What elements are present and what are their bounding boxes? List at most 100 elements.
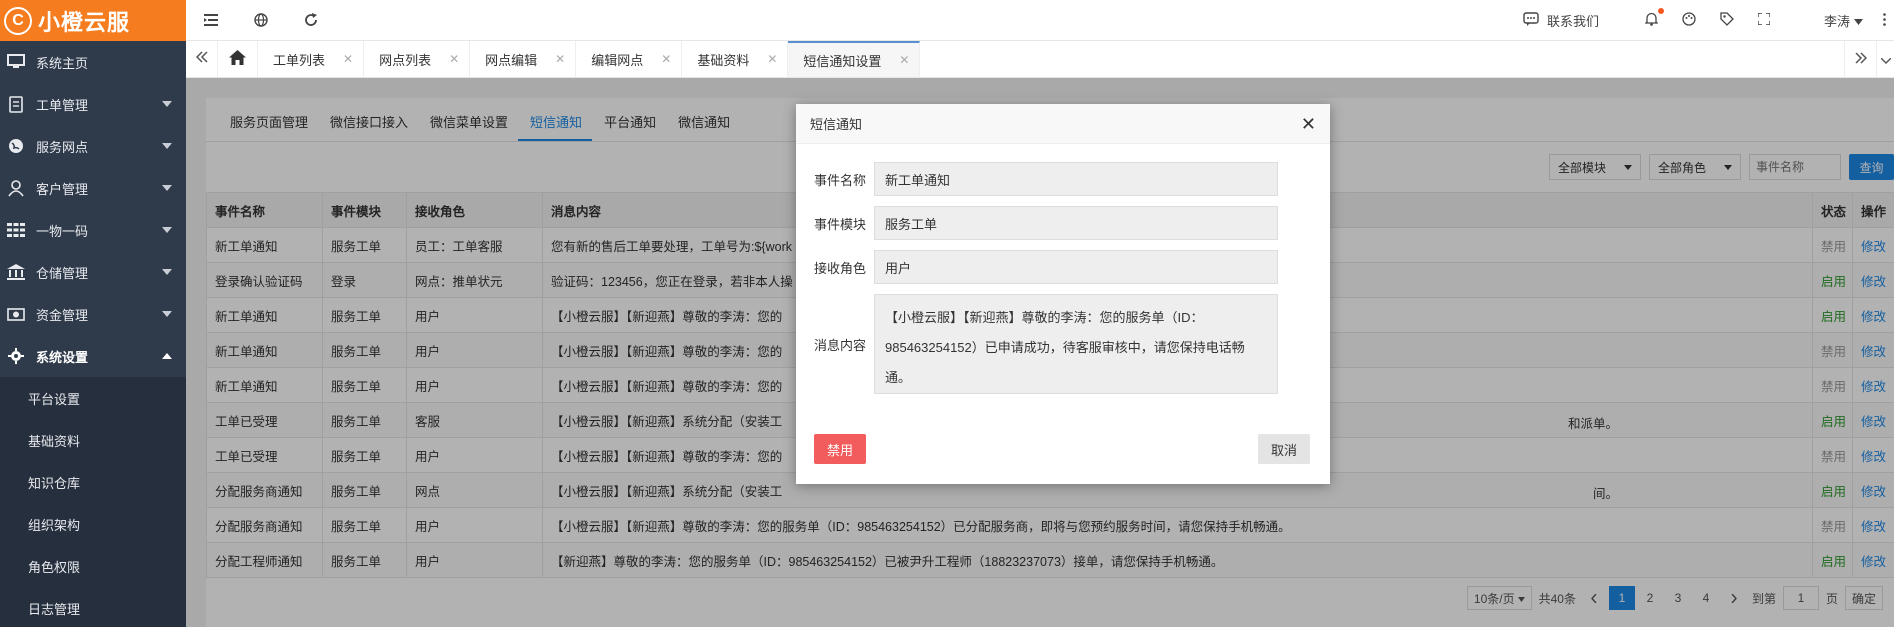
logo-mark: C [4,6,32,35]
chevron-down-icon [162,227,172,233]
tab-point-edit[interactable]: 网点编辑 ✕ [470,41,577,77]
dialog-header: 短信通知 ✕ [796,104,1330,144]
sidebar-item-service-points[interactable]: 服务网点 [0,125,186,167]
theme-button[interactable] [1670,12,1708,29]
tab-label: 基础资料 [697,52,750,68]
sidebar-subitem-basic-data[interactable]: 基础资料 [0,419,186,461]
cancel-button[interactable]: 取消 [1258,434,1310,464]
chevron-down-icon [162,143,172,149]
form-row-event: 事件名称 新工单通知 [814,162,1330,196]
sidebar-subitem-logs[interactable]: 日志管理 [0,587,186,627]
tab-basic-data[interactable]: 基础资料 ✕ [682,41,789,77]
tab-bar: 工单列表 ✕ 网点列表 ✕ 网点编辑 ✕ 编辑网点 ✕ 基础资料 ✕ 短信通知设置 ✕ [186,41,1894,78]
topbar-right: 联系我们 李涛 [1511,0,1894,41]
sidebar-item-one-code[interactable]: 一物一码 [0,209,186,251]
tab-edit-point[interactable]: 编辑网点 ✕ [576,41,683,77]
sidebar-submenu: 平台设置 基础资料 知识仓库 组织架构 角色权限 日志管理 [0,377,186,627]
sidebar-item-warehouse[interactable]: 仓储管理 [0,251,186,293]
document-icon [6,94,26,114]
sidebar-item-label: 资金管理 [36,307,89,323]
chevron-down-icon [1880,52,1891,67]
more-vertical-icon [1883,12,1886,29]
sidebar-item-workorder[interactable]: 工单管理 [0,83,186,125]
tabs-scroll-left-button[interactable] [186,41,218,77]
chevron-down-icon [162,101,172,107]
sidebar: C 小橙云服 系统主页 工单管理 服务网点 客户管理 一物一码 仓储管理 资金管… [0,0,186,627]
tab-label: 网点列表 [379,52,432,68]
refresh-icon[interactable] [286,13,336,27]
sidebar-item-label: 仓储管理 [36,265,89,281]
tab-point-list[interactable]: 网点列表 ✕ [364,41,471,77]
chevron-up-icon [162,353,172,359]
tabs-scroll-right-button[interactable] [1844,41,1876,78]
tab-label: 网点编辑 [485,52,538,68]
sidebar-item-finance[interactable]: 资金管理 [0,293,186,335]
app-name: 小橙云服 [38,9,131,35]
chevron-down-icon [162,311,172,317]
sidebar-item-label: 一物一码 [36,223,89,239]
sidebar-subitem-org[interactable]: 组织架构 [0,503,186,545]
fullscreen-icon [1757,12,1771,28]
money-icon [6,304,26,324]
event-module-field[interactable]: 服务工单 [874,206,1278,240]
sidebar-item-system-settings[interactable]: 系统设置 [0,335,186,377]
tab-sms-settings[interactable]: 短信通知设置 ✕ [788,41,921,77]
user-menu[interactable]: 李涛 [1812,11,1875,30]
close-icon[interactable]: ✕ [899,53,909,67]
tab-bar-right [1844,41,1894,78]
sidebar-item-label: 工单管理 [36,97,89,113]
bank-icon [6,262,26,282]
contact-us-button[interactable]: 联系我们 [1511,11,1611,30]
tabs-menu-button[interactable] [1876,41,1894,78]
globe-icon[interactable] [236,13,286,27]
tab-label: 工单列表 [273,52,326,68]
sidebar-item-label: 系统设置 [36,349,89,365]
grid-icon [6,220,26,240]
app-logo[interactable]: C 小橙云服 [0,0,186,41]
close-icon[interactable]: ✕ [661,52,671,66]
tab-home[interactable] [218,41,258,77]
disable-button[interactable]: 禁用 [814,434,866,464]
close-icon[interactable]: ✕ [1301,114,1316,135]
caret-down-icon [1854,13,1863,28]
menu-toggle-icon[interactable] [186,14,236,26]
double-chevron-right-icon [1854,52,1867,67]
notifications-button[interactable] [1633,8,1670,29]
sidebar-item-customers[interactable]: 客户管理 [0,167,186,209]
user-name: 李涛 [1823,14,1850,29]
fullscreen-button[interactable] [1746,12,1782,28]
chevron-down-icon [162,185,172,191]
message-content-textarea[interactable]: 【小橙云服】【新迎燕】尊敬的李涛：您的服务单（ID：985463254152）已… [874,294,1278,394]
more-options-button[interactable] [1875,12,1894,29]
close-icon[interactable]: ✕ [555,52,565,66]
close-icon[interactable]: ✕ [449,52,459,66]
notification-dot [1657,8,1664,14]
receiver-role-label: 接收角色 [814,260,867,276]
sidebar-subitem-knowledge[interactable]: 知识仓库 [0,461,186,503]
tag-button[interactable] [1708,12,1746,29]
gear-icon [6,346,26,366]
home-icon [229,50,246,68]
sidebar-subitem-platform[interactable]: 平台设置 [0,377,186,419]
sidebar-item-label: 系统主页 [36,55,89,71]
palette-icon [1682,12,1696,29]
user-icon [6,178,26,198]
sidebar-item-home[interactable]: 系统主页 [0,41,186,83]
tab-workorder-list[interactable]: 工单列表 ✕ [258,41,365,77]
monitor-icon [6,52,26,72]
form-row-role: 接收角色 用户 [814,250,1330,284]
tag-icon [1720,12,1734,29]
sidebar-item-label: 服务网点 [36,139,89,155]
event-name-field[interactable]: 新工单通知 [874,162,1278,196]
receiver-role-field[interactable]: 用户 [874,250,1278,284]
tab-label: 编辑网点 [591,52,644,68]
contact-us-label: 联系我们 [1546,14,1599,29]
sidebar-subitem-roles[interactable]: 角色权限 [0,545,186,587]
chat-icon [1523,11,1539,30]
bell-icon [1644,12,1659,29]
chevron-down-icon [162,269,172,275]
close-icon[interactable]: ✕ [767,52,777,66]
form-row-module: 事件模块 服务工单 [814,206,1330,240]
close-icon[interactable]: ✕ [343,52,353,66]
message-content-label: 消息内容 [814,337,867,353]
